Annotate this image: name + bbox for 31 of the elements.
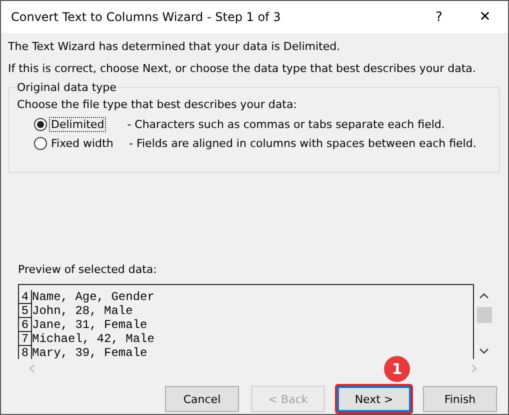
option-description: - Characters such as commas or tabs separate each field. <box>127 118 445 131</box>
intro-text: The Text Wizard has determined that your data is Delimited. <box>8 40 342 53</box>
option-label[interactable]: Fixed width <box>50 137 129 150</box>
group-title: Original data type <box>16 81 118 94</box>
radio-button[interactable] <box>34 137 47 150</box>
close-button[interactable]: ✕ <box>462 9 508 25</box>
preview-line: Michael, 42, Male <box>32 332 154 346</box>
wizard-button[interactable]: Cancel <box>165 386 239 412</box>
wizard-button[interactable]: Finish <box>423 386 497 412</box>
preview-label: Preview of selected data: <box>18 263 158 276</box>
window-title: Convert Text to Columns Wizard - Step 1 of 3 <box>11 10 282 24</box>
line-number: 5 <box>19 304 32 318</box>
help-button[interactable]: ? <box>416 10 462 24</box>
prompt-text: Choose the file type that best describes your data: <box>17 98 298 111</box>
line-number: 7 <box>19 332 32 346</box>
line-number: 4 <box>19 290 32 304</box>
wizard-button[interactable]: Next > <box>337 386 411 412</box>
scroll-down-icon[interactable] <box>479 348 489 355</box>
preview-line: Mary, 39, Female <box>32 346 148 359</box>
line-number: 8 <box>19 346 32 359</box>
scrollbar-thumb[interactable] <box>476 307 492 323</box>
line-number: 6 <box>19 318 32 332</box>
radio-button[interactable] <box>34 118 47 131</box>
option-label[interactable]: Delimited <box>50 118 106 131</box>
step-badge: 1 <box>384 356 410 382</box>
preview-line: John, 28, Male <box>32 304 133 318</box>
intro-text: If this is correct, choose Next, or choose the data type that best describes your data. <box>8 62 477 75</box>
preview-line: Name, Age, Gender <box>32 290 154 304</box>
option-description: - Fields are aligned in columns with spaces between each field. <box>129 137 476 150</box>
preview-line: Jane, 31, Female <box>32 318 148 332</box>
scroll-up-icon[interactable] <box>479 292 489 299</box>
